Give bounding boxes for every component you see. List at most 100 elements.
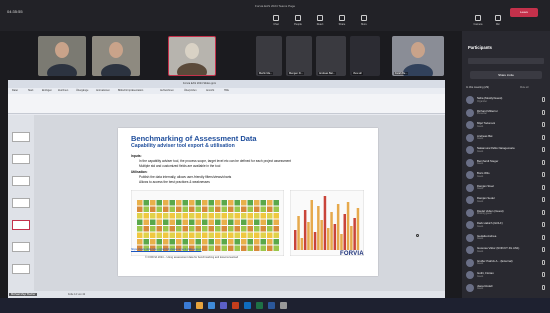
participant-row[interactable]: Damjan Stoel Guest [466,183,548,195]
video-tile[interactable]: Andreas Bat... [316,36,346,76]
video-tile[interactable]: Mengen Fr... [286,36,312,76]
view-all-tile[interactable]: View all [350,36,380,76]
participant-row[interactable]: Gorensa Viktor (NOK/CT 4G AN1) Guest [466,245,548,257]
powerpoint-icon[interactable] [232,302,239,309]
participants-search-input[interactable] [468,58,544,64]
participant-role: Guest [477,275,484,278]
mic-button[interactable]: Mic [490,15,506,29]
participant-row[interactable]: Gedalia Andrea Guest [466,233,548,245]
slide-link[interactable]: https://www.sliderule.org/activity/asses… [131,247,201,251]
menu-ansicht[interactable]: Ansicht [206,89,214,92]
participant-name: Gedalia Andrea [477,233,497,238]
start-icon[interactable] [184,302,191,309]
heatmap-cell [260,232,266,238]
participant-row[interactable]: Grufler Patrick A... (External) Guest [466,258,548,270]
heatmap-cell [202,206,208,212]
heatmap-cell [150,206,156,212]
participant-row[interactable]: Diedel Velten (Guest) Working guest [466,208,548,220]
menu-aufzeichnen[interactable]: Aufzeichnen [160,89,174,92]
slide-thumbnail[interactable] [12,242,30,252]
utilisation-bullet: Publish the data internally, allows user… [139,175,232,179]
heatmap-cell [215,226,221,232]
heatmap-cell [208,219,214,225]
heatmap-cell [189,219,195,225]
video-tile[interactable] [92,36,140,76]
slide-copyright: © FORVIA 2024 – Using assessment data fo… [145,256,239,259]
menu-animationen[interactable]: Animationen [96,89,110,92]
participant-role: Guest [477,288,484,290]
slide-thumbnail[interactable] [12,154,30,164]
menu-datei[interactable]: Datei [12,89,18,92]
bar-image-bar [353,218,356,250]
menu-bildschirmpraesentation[interactable]: Bildschirmpräsentation [118,89,143,92]
participant-role: Guest [477,263,484,265]
participant-row[interactable]: Nidia (Mostly/Guest) Organizer [466,95,548,107]
video-tile[interactable]: Farah Be... [392,36,444,76]
teams-icon[interactable] [220,302,227,309]
heatmap-cell [150,200,156,206]
menu-zeichnen[interactable]: Zeichnen [58,89,68,92]
participant-row[interactable]: Jiana Rodell Guest [466,283,548,295]
mic-icon [542,97,545,102]
participant-row[interactable]: Guthi, Florian Guest [466,270,548,282]
ppt-ribbon[interactable] [8,94,445,114]
heatmap-cell [247,239,253,245]
word-icon[interactable] [268,302,275,309]
menu-start[interactable]: Start [28,89,33,92]
heatmap-cell [137,200,143,206]
people-button[interactable]: People [290,15,306,29]
heatmap-cell [169,213,175,219]
folder-icon[interactable] [196,302,203,309]
participant-row[interactable]: Nakamura Pablo Naragemarie Guest [466,145,548,157]
participant-row[interactable]: Richard Mitterrer Presenter [466,108,548,120]
react-button[interactable]: React [312,15,328,29]
edge-icon[interactable] [208,302,215,309]
video-tile[interactable]: Merlin Ma... [256,36,282,76]
video-tile[interactable] [38,36,86,76]
slide-thumbnail[interactable] [12,132,30,142]
participant-row[interactable]: Mijel Todorová Guest [466,120,548,132]
mic-icon [495,15,501,21]
heatmap-cell [195,213,201,219]
chat-button[interactable]: Chat [268,15,284,29]
video-tile[interactable] [168,36,216,76]
heatmap-cell [260,245,266,251]
participant-row[interactable]: Bernhardt Steger Guest [466,158,548,170]
outlook-icon[interactable] [244,302,251,309]
share-invite-button[interactable]: Share invite [470,71,542,79]
camera-button[interactable]: Camera [470,15,486,29]
in-meeting-section[interactable]: In this meeting (29) [466,86,489,89]
menu-einfuegen[interactable]: Einfügen [42,89,52,92]
leave-button[interactable]: Leave [510,8,538,17]
participant-row[interactable]: Damjan Sedel Guest [466,195,548,207]
settings-icon[interactable] [280,302,287,309]
utilisation-bullet: Allows to access the best practices & we… [139,180,210,184]
heatmap-cell [273,232,279,238]
menu-ueberpruefen[interactable]: Überprüfen [184,89,197,92]
heatmap-cell [228,200,234,206]
heatmap-cell [254,213,260,219]
slide-thumbnail[interactable] [12,264,30,274]
excel-icon[interactable] [256,302,263,309]
participant-row[interactable]: Boris Wilo Guest [466,170,548,182]
slide-thumbnail[interactable] [12,198,30,208]
more-button[interactable]: More [356,15,372,29]
mute-all-button[interactable]: Mute all [520,86,528,89]
participant-row[interactable]: Andreas Bat Guest [466,133,548,145]
slide-title: Benchmarking of Assessment Data [131,134,257,143]
participant-row[interactable]: Dark Habich (GOLF) Guest [466,220,548,232]
heatmap-cell [234,200,240,206]
heatmap-cell [208,232,214,238]
slide-thumbnail-current[interactable] [12,220,30,230]
share-button[interactable]: Share [334,15,350,29]
heatmap-cell [234,219,240,225]
heatmap-cell [241,206,247,212]
menu-hilfe[interactable]: Hilfe [224,89,229,92]
heatmap-cell [267,226,273,232]
slide-thumbnail[interactable] [12,176,30,186]
heatmap-cell [189,200,195,206]
heatmap-cell [267,206,273,212]
heatmap-cell [260,226,266,232]
participant-role: Working guest [477,213,492,215]
menu-uebergaenge[interactable]: Übergänge [76,89,88,92]
